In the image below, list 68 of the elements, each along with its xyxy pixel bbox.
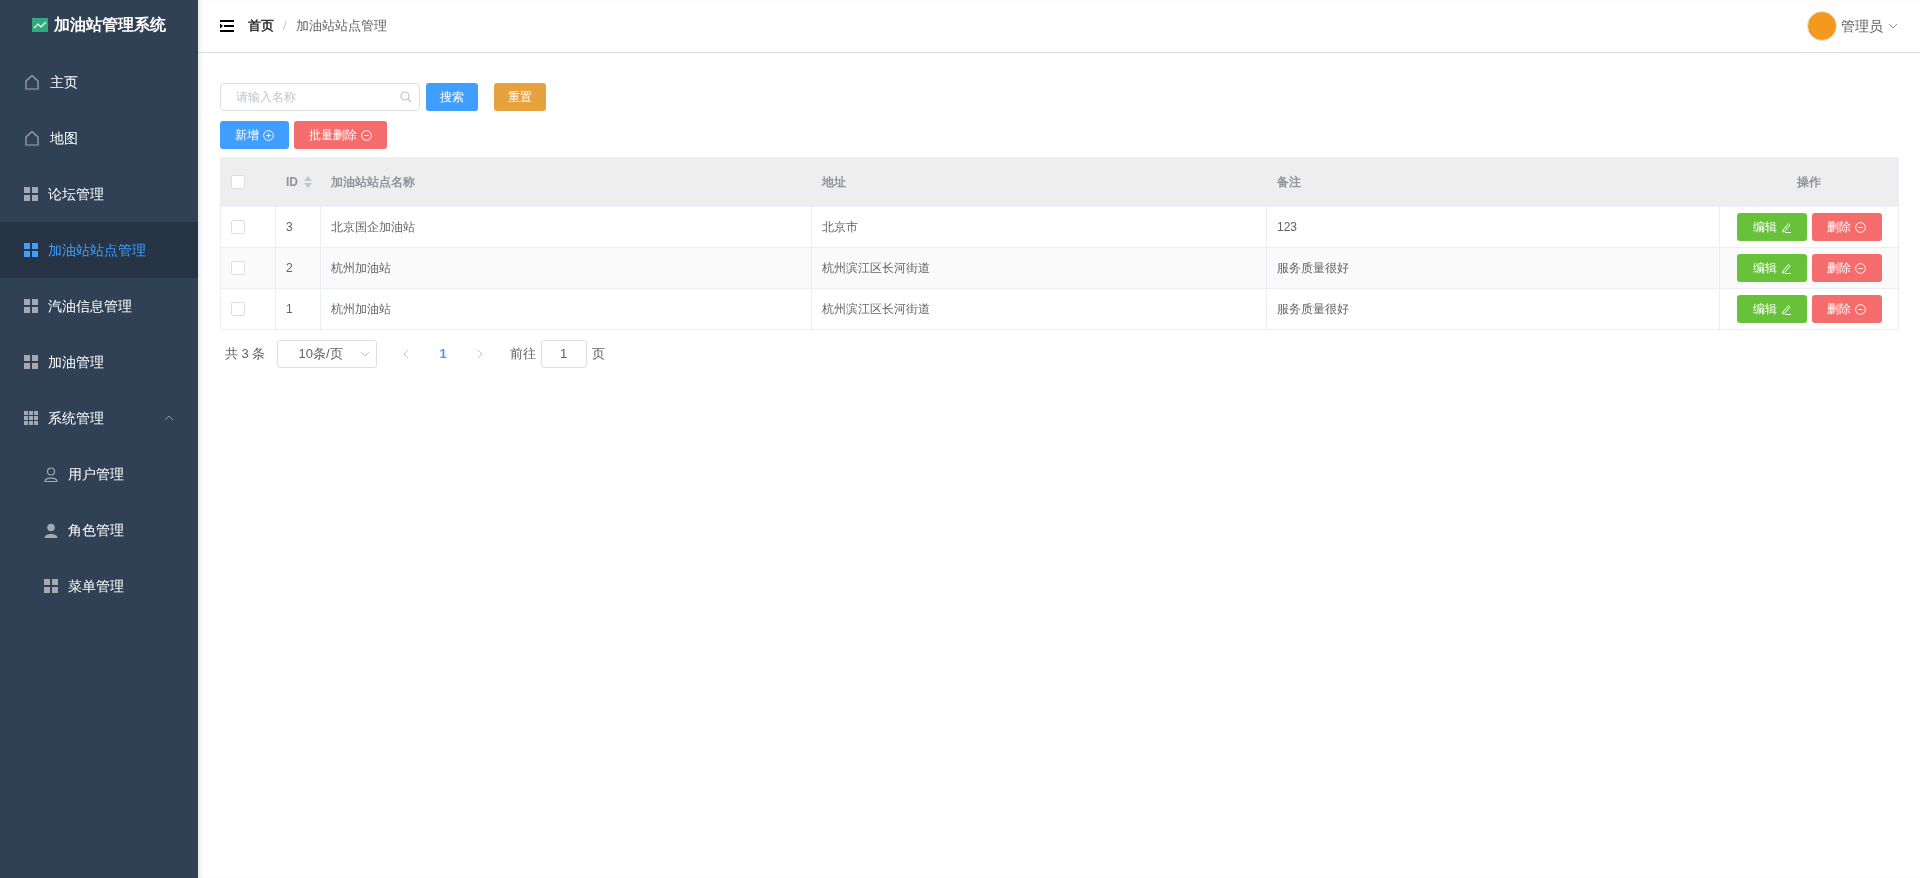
table-cell-text: 杭州加油站 xyxy=(331,260,391,277)
table-cell-text: 123 xyxy=(1277,219,1298,236)
goto-suffix: 页 xyxy=(591,345,605,364)
sidebar-item[interactable]: 加油管理 xyxy=(0,334,198,390)
sidebar-item[interactable]: 主页 xyxy=(0,54,198,110)
table-cell-text: 杭州加油站 xyxy=(331,301,391,318)
grid-icon xyxy=(24,355,38,369)
grid-icon xyxy=(44,579,58,593)
table-cell-text: 服务质量很好 xyxy=(1277,260,1349,277)
table-cell-text: 服务质量很好 xyxy=(1277,301,1349,318)
avatar[interactable] xyxy=(1807,11,1837,41)
table-cell-text: 杭州滨江区长河街道 xyxy=(822,260,930,277)
sidebar-item[interactable]: 角色管理 xyxy=(0,502,198,558)
grid-icon xyxy=(24,243,38,257)
table-cell-text: 2 xyxy=(286,260,293,277)
table-cell-text: 北京市 xyxy=(822,219,858,236)
grid-icon xyxy=(24,299,38,313)
column-header: 地址 xyxy=(822,174,846,191)
sort-icon[interactable] xyxy=(304,176,312,188)
column-header: 加油站站点名称 xyxy=(331,174,415,191)
sidebar-item[interactable]: 论坛管理 xyxy=(0,166,198,222)
column-header: 操作 xyxy=(1797,174,1821,191)
breadcrumb-item[interactable]: 首页 xyxy=(248,16,274,36)
menu-icon[interactable] xyxy=(220,20,234,32)
chevron-icon xyxy=(360,351,371,357)
table-cell-text: 1 xyxy=(286,301,293,318)
home-icon xyxy=(24,130,40,146)
table-cell-text: 杭州滨江区长河街道 xyxy=(822,301,930,318)
grid-icon xyxy=(24,411,38,425)
pencil-icon xyxy=(1780,262,1791,274)
search-icon xyxy=(400,91,412,103)
search-field[interactable]: 请输入名称 xyxy=(220,83,420,111)
prev-page-icon[interactable] xyxy=(403,349,410,359)
minus-circle-icon xyxy=(361,129,372,141)
table-cell-text: 北京国企加油站 xyxy=(331,219,415,236)
goto-label: 前往 xyxy=(509,345,536,364)
sidebar-item[interactable]: 加油站站点管理 xyxy=(0,222,198,278)
chart-icon xyxy=(32,18,48,32)
sidebar-item[interactable]: 菜单管理 xyxy=(0,558,198,614)
chevron-icon[interactable] xyxy=(1888,23,1898,29)
goto-page-field[interactable]: 1 xyxy=(540,340,587,368)
next-page-icon[interactable] xyxy=(476,349,483,359)
sidebar-item[interactable]: 地图 xyxy=(0,110,198,166)
table-cell-text: 3 xyxy=(286,219,293,236)
plus-circle-icon xyxy=(263,129,274,141)
checkbox[interactable] xyxy=(231,175,245,189)
home-icon xyxy=(24,74,40,90)
user-icon xyxy=(44,522,58,538)
minus-circle-icon xyxy=(1855,262,1866,274)
checkbox[interactable] xyxy=(231,220,245,234)
column-header: 备注 xyxy=(1277,174,1301,191)
breadcrumb-separator: / xyxy=(283,17,287,36)
sidebar-item[interactable]: 用户管理 xyxy=(0,446,198,502)
user-icon xyxy=(44,466,58,482)
user-name[interactable]: 管理员 xyxy=(1841,15,1883,37)
minus-circle-icon xyxy=(1855,221,1866,233)
checkbox[interactable] xyxy=(231,261,245,275)
sidebar-item[interactable]: 系统管理 xyxy=(0,390,198,446)
minus-circle-icon xyxy=(1855,303,1866,315)
pencil-icon xyxy=(1780,221,1791,233)
sidebar-item[interactable]: 汽油信息管理 xyxy=(0,278,198,334)
checkbox[interactable] xyxy=(231,302,245,316)
app-title: 加油站管理系统 xyxy=(54,15,166,35)
grid-icon xyxy=(24,187,38,201)
total-count: 共 3 条 xyxy=(225,345,266,364)
page-size-select[interactable]: 10条/页 xyxy=(277,340,378,368)
pencil-icon xyxy=(1780,303,1791,315)
breadcrumb-item: 加油站站点管理 xyxy=(295,17,387,36)
